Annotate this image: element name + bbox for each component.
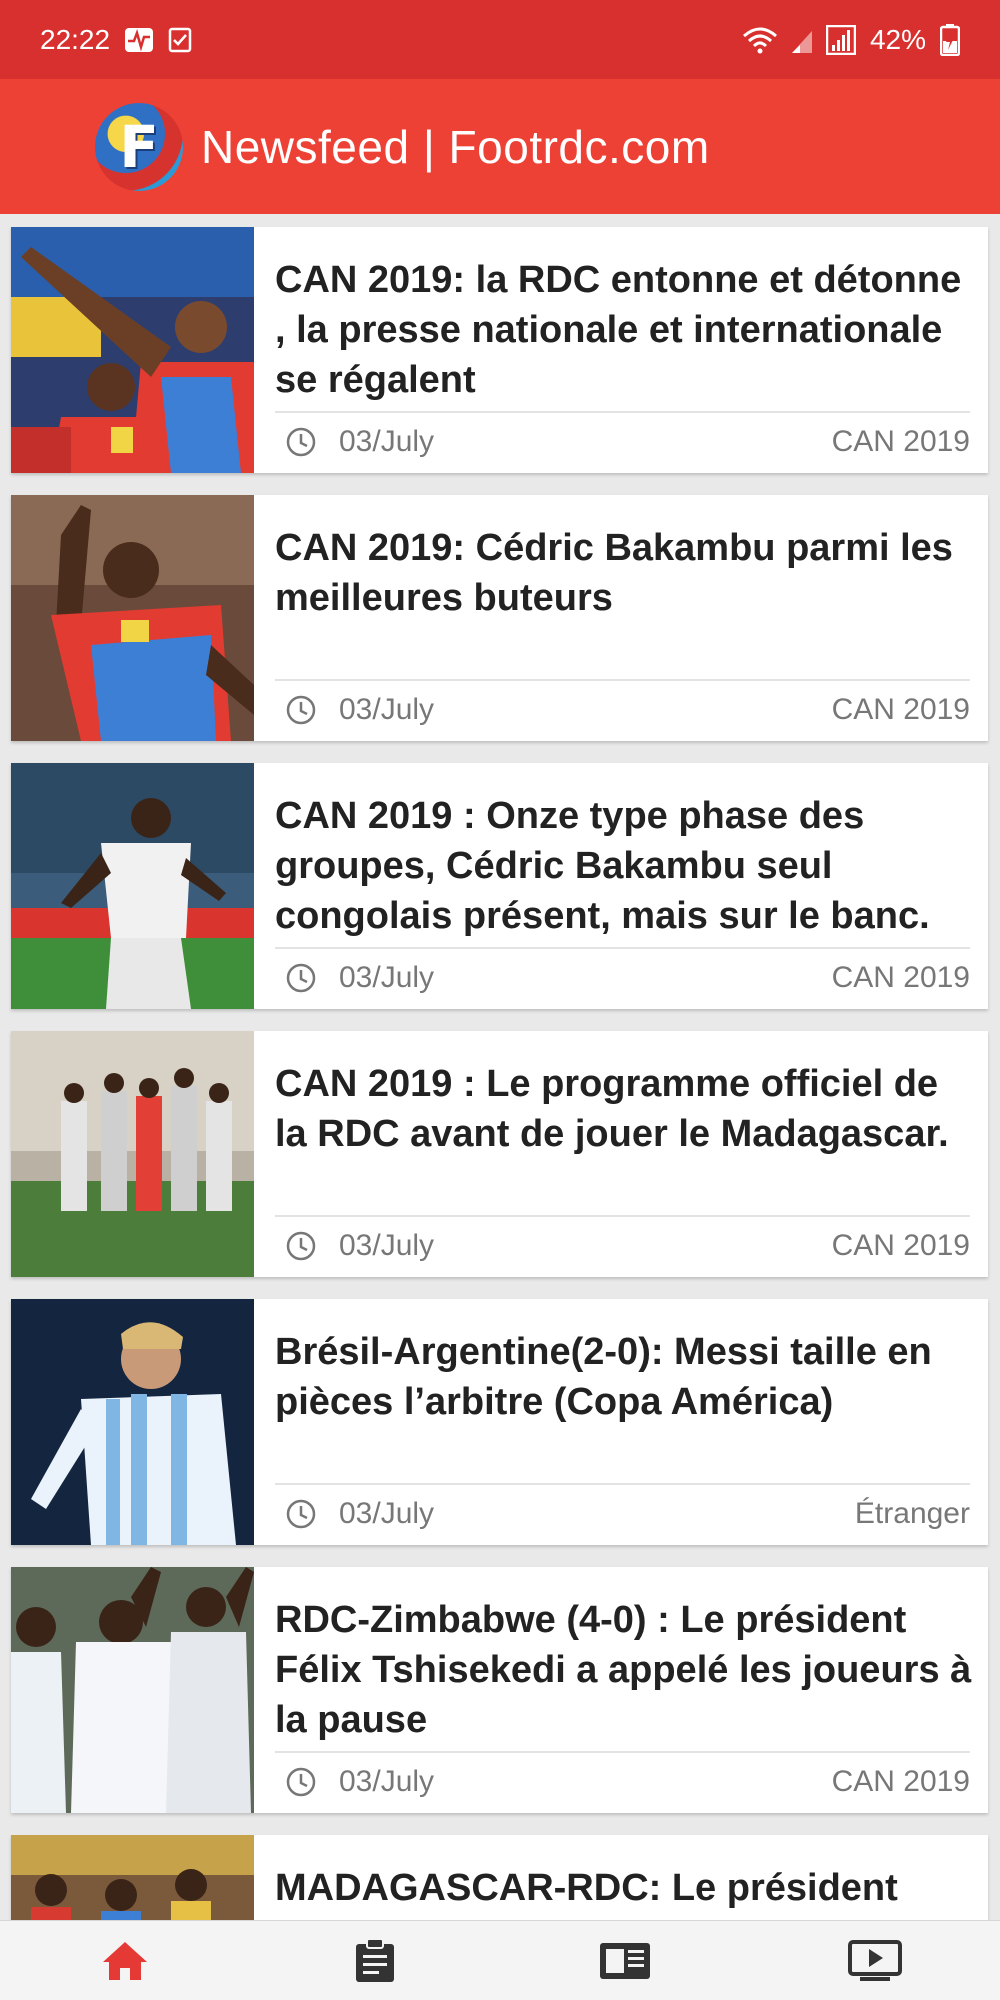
article-time: 03/July bbox=[285, 1229, 434, 1263]
article-title[interactable]: Brésil-Argentine(2-0): Messi taille en p… bbox=[275, 1327, 975, 1477]
article-date: 03/July bbox=[339, 1765, 435, 1798]
article-card[interactable]: RDC-Zimbabwe (4-0) : Le président Félix … bbox=[11, 1567, 988, 1813]
article-time: 03/July bbox=[285, 1497, 434, 1531]
card-divider bbox=[275, 679, 970, 681]
status-time: 22:22 bbox=[40, 23, 111, 55]
article-thumbnail bbox=[11, 1031, 254, 1277]
article-date: 03/July bbox=[339, 1497, 435, 1530]
article-card[interactable]: MADAGASCAR-RDC: Le président bbox=[11, 1835, 988, 1920]
article-thumbnail bbox=[11, 495, 254, 741]
article-date: 03/July bbox=[339, 1229, 435, 1262]
clock-icon bbox=[286, 1231, 316, 1261]
article-category[interactable]: CAN 2019 bbox=[832, 961, 970, 995]
checklist-icon bbox=[168, 27, 192, 53]
signal-weak-icon bbox=[791, 27, 812, 53]
article-meta: 03/July CAN 2019 bbox=[285, 419, 970, 465]
home-icon bbox=[103, 1941, 147, 1980]
nav-home[interactable] bbox=[65, 1921, 185, 2000]
article-category[interactable]: CAN 2019 bbox=[832, 1229, 970, 1263]
video-icon bbox=[848, 1939, 902, 1981]
newspaper-icon bbox=[600, 1942, 650, 1979]
article-category[interactable]: CAN 2019 bbox=[832, 693, 970, 727]
card-divider bbox=[275, 947, 970, 949]
clock-icon bbox=[286, 427, 316, 457]
article-category[interactable]: CAN 2019 bbox=[832, 425, 970, 459]
signal-icon bbox=[825, 24, 856, 55]
article-time: 03/July bbox=[285, 1765, 434, 1799]
card-divider bbox=[275, 1751, 970, 1753]
card-divider bbox=[275, 411, 970, 413]
app-bar: F Newsfeed | Footrdc.com bbox=[0, 79, 1000, 214]
nav-clipboard[interactable] bbox=[315, 1921, 435, 2000]
article-category[interactable]: CAN 2019 bbox=[832, 1765, 970, 1799]
status-bar: 22:22 42% bbox=[0, 0, 1000, 79]
article-time: 03/July bbox=[285, 693, 434, 727]
article-card[interactable]: Brésil-Argentine(2-0): Messi taille en p… bbox=[11, 1299, 988, 1545]
app-title: Newsfeed | Footrdc.com bbox=[201, 120, 710, 173]
status-right: 42% bbox=[742, 23, 960, 56]
clock-icon bbox=[286, 695, 316, 725]
article-thumbnail bbox=[11, 1299, 254, 1545]
logo-letter: F bbox=[119, 112, 159, 181]
bottom-navigation bbox=[0, 1920, 1000, 2000]
activity-icon bbox=[124, 27, 154, 53]
article-title[interactable]: CAN 2019 : Onze type phase des groupes, … bbox=[275, 791, 975, 941]
article-time: 03/July bbox=[285, 425, 434, 459]
article-thumbnail bbox=[11, 763, 254, 1009]
status-left: 22:22 bbox=[40, 24, 192, 56]
battery-charging-icon bbox=[940, 23, 960, 56]
article-title[interactable]: RDC-Zimbabwe (4-0) : Le président Félix … bbox=[275, 1595, 975, 1745]
article-card[interactable]: CAN 2019: Cédric Bakambu parmi les meill… bbox=[11, 495, 988, 741]
article-date: 03/July bbox=[339, 693, 435, 726]
article-meta: 03/July CAN 2019 bbox=[285, 687, 970, 733]
wifi-icon bbox=[742, 26, 778, 54]
article-category[interactable]: Étranger bbox=[855, 1497, 970, 1531]
article-meta: 03/July CAN 2019 bbox=[285, 1759, 970, 1805]
article-card[interactable]: CAN 2019 : Le programme officiel de la R… bbox=[11, 1031, 988, 1277]
article-title[interactable]: CAN 2019 : Le programme officiel de la R… bbox=[275, 1059, 975, 1209]
article-thumbnail bbox=[11, 1835, 254, 1920]
nav-video[interactable] bbox=[815, 1921, 935, 2000]
app-logo: F bbox=[95, 102, 183, 191]
nav-news[interactable] bbox=[565, 1921, 685, 2000]
clock-icon bbox=[286, 963, 316, 993]
article-date: 03/July bbox=[339, 961, 435, 994]
clock-icon bbox=[286, 1767, 316, 1797]
article-title[interactable]: CAN 2019: Cédric Bakambu parmi les meill… bbox=[275, 523, 975, 673]
article-thumbnail bbox=[11, 227, 254, 473]
article-date: 03/July bbox=[339, 425, 435, 458]
article-meta: 03/July CAN 2019 bbox=[285, 955, 970, 1001]
clock-icon bbox=[286, 1499, 316, 1529]
article-meta: 03/July CAN 2019 bbox=[285, 1223, 970, 1269]
news-feed[interactable]: CAN 2019: la RDC entonne et détonne , la… bbox=[0, 214, 1000, 1920]
article-title[interactable]: CAN 2019: la RDC entonne et détonne , la… bbox=[275, 255, 975, 405]
article-card[interactable]: CAN 2019: la RDC entonne et détonne , la… bbox=[11, 227, 988, 473]
card-divider bbox=[275, 1483, 970, 1485]
article-time: 03/July bbox=[285, 961, 434, 995]
article-meta: 03/July Étranger bbox=[285, 1491, 970, 1537]
card-divider bbox=[275, 1215, 970, 1217]
battery-percent: 42% bbox=[869, 23, 926, 55]
article-card[interactable]: CAN 2019 : Onze type phase des groupes, … bbox=[11, 763, 988, 1009]
clipboard-icon bbox=[356, 1937, 394, 1982]
article-title[interactable]: MADAGASCAR-RDC: Le président bbox=[275, 1863, 975, 1920]
article-thumbnail bbox=[11, 1567, 254, 1813]
